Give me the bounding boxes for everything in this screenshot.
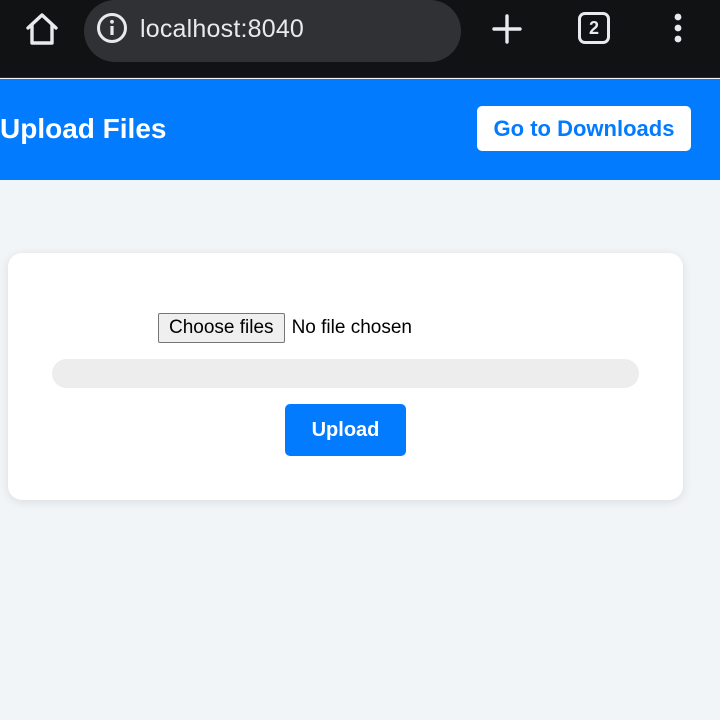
- go-to-downloads-button[interactable]: Go to Downloads: [477, 106, 691, 151]
- upload-button[interactable]: Upload: [285, 404, 406, 456]
- page-title: Upload Files: [0, 113, 167, 144]
- choose-files-button[interactable]: Choose files: [158, 313, 285, 343]
- tab-count: 2: [588, 18, 599, 38]
- app-header: Upload Files Go to Downloads: [0, 79, 720, 180]
- upload-progress-bar: [52, 359, 639, 388]
- file-input[interactable]: Choose files No file chosen: [158, 313, 412, 343]
- upload-card: Choose files No file chosen Upload: [8, 253, 683, 500]
- file-status: No file chosen: [291, 317, 412, 338]
- info-icon[interactable]: [96, 12, 128, 44]
- tabs-button[interactable]: 2: [578, 12, 610, 44]
- browser-toolbar: localhost:8040 2: [0, 0, 720, 78]
- address-bar[interactable]: localhost:8040: [84, 0, 461, 62]
- more-vertical-icon[interactable]: [666, 10, 690, 46]
- home-icon: [26, 13, 58, 45]
- plus-icon[interactable]: [490, 12, 524, 46]
- url-text: localhost:8040: [140, 15, 305, 43]
- home-button[interactable]: [22, 10, 62, 48]
